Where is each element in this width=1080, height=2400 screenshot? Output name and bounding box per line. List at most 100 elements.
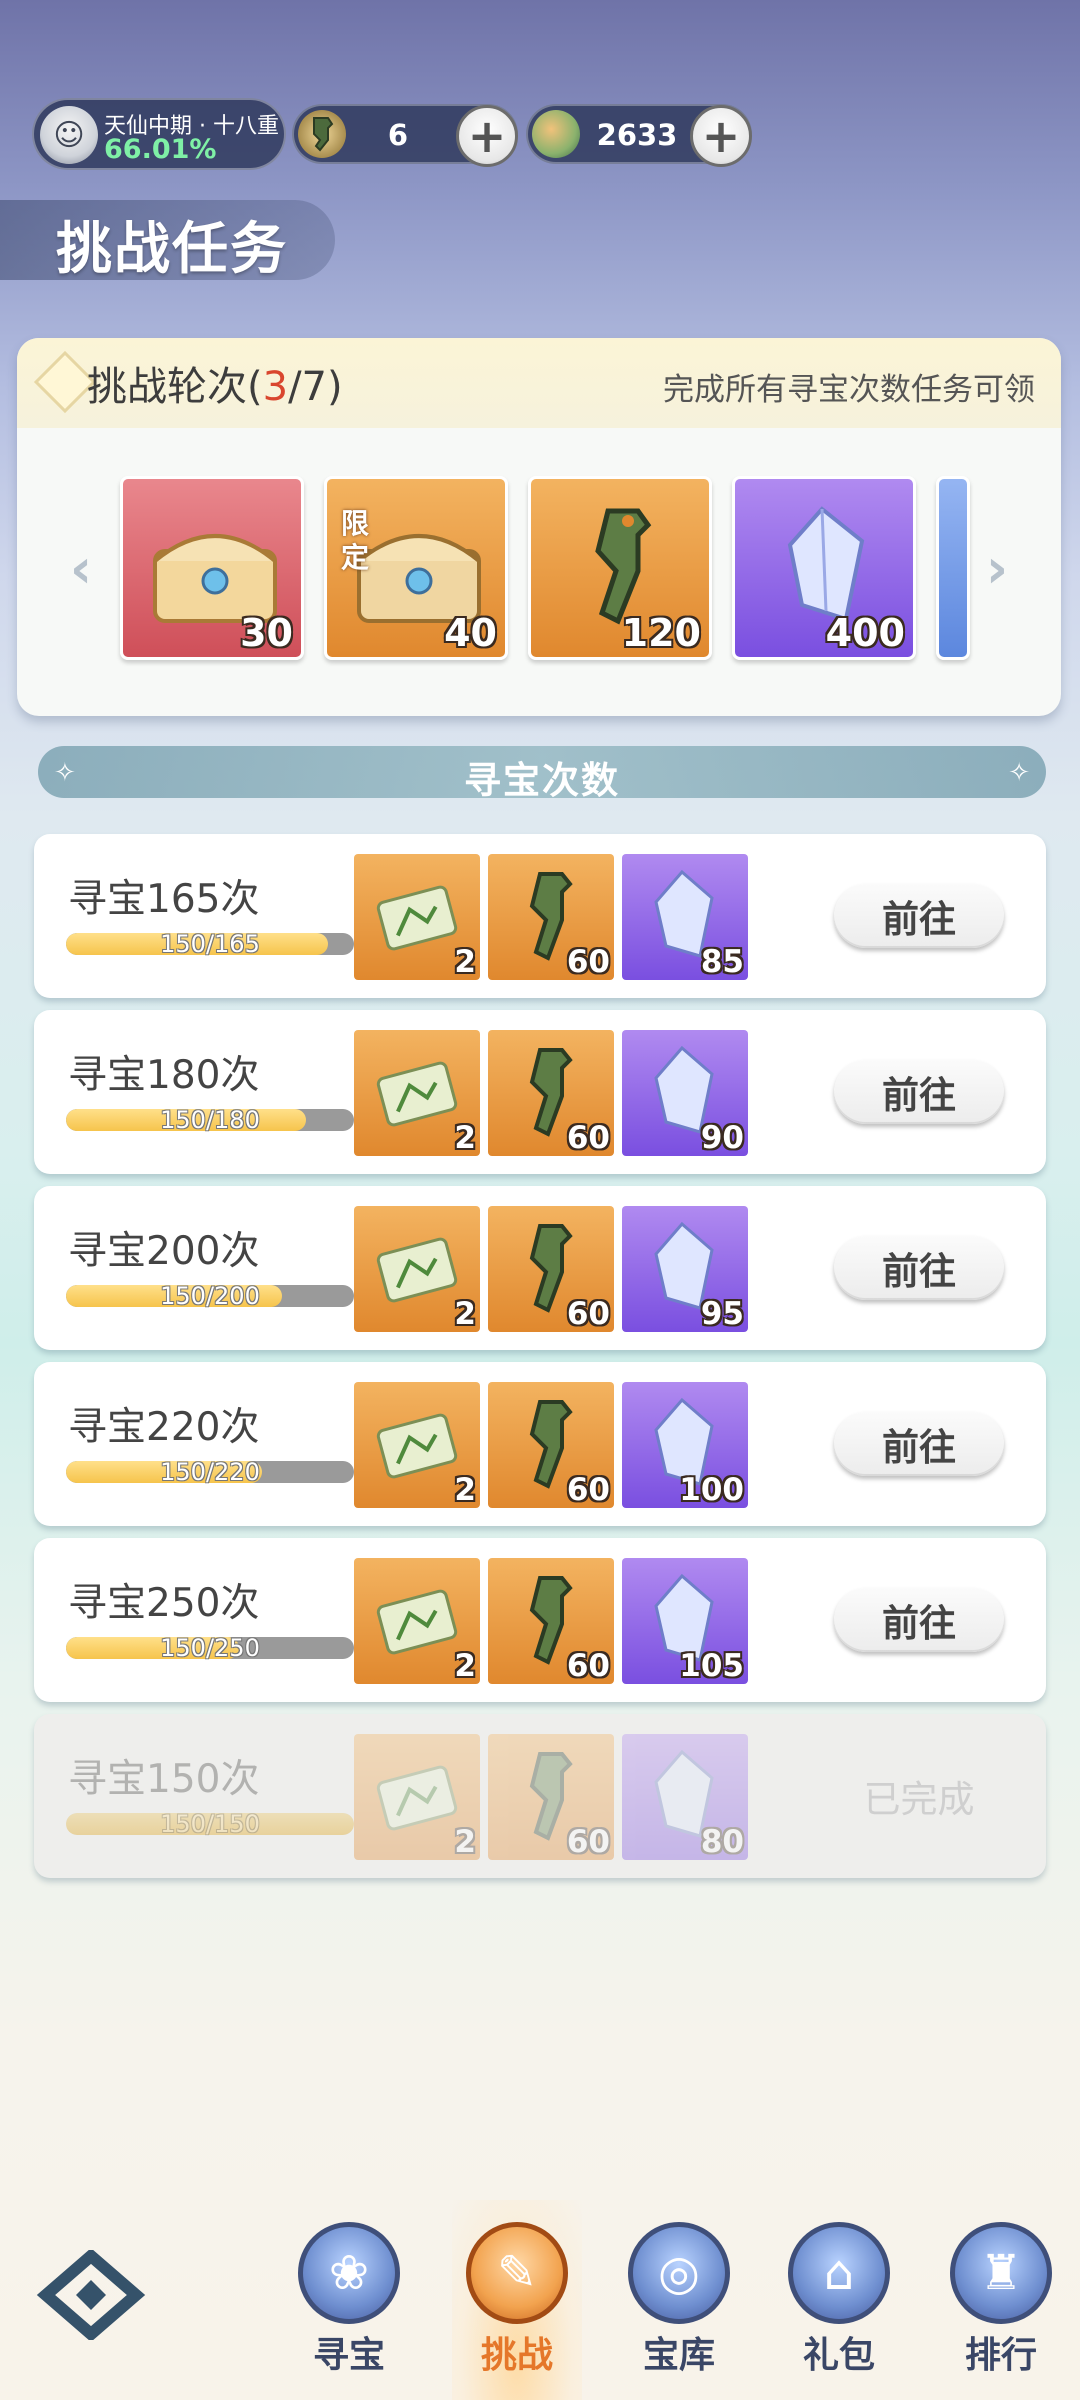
round-reward[interactable]: 120 (528, 476, 712, 660)
task-row: 寻宝200次 150/200 2 60 95 前往 (34, 1186, 1046, 1350)
task-reward[interactable]: 60 (488, 1734, 614, 1860)
task-row: 寻宝165次 150/165 2 60 85 前往 (34, 834, 1046, 998)
round-separator: / (288, 364, 302, 410)
reward-count: 120 (621, 611, 701, 655)
token-resource: 6 + (292, 104, 518, 167)
reward-count: 100 (679, 1472, 744, 1508)
task-reward[interactable]: 80 (622, 1734, 748, 1860)
task-reward[interactable]: 60 (488, 1030, 614, 1156)
task-reward[interactable]: 2 (354, 1206, 480, 1332)
task-row: 寻宝180次 150/180 2 60 90 前往 (34, 1010, 1046, 1174)
task-reward[interactable]: 95 (622, 1206, 748, 1332)
reward-count: 400 (825, 611, 905, 655)
task-reward[interactable]: 85 (622, 854, 748, 980)
round-reward[interactable]: 30 (120, 476, 304, 660)
avatar-icon: ☺ (40, 106, 98, 164)
task-reward[interactable]: 2 (354, 1030, 480, 1156)
progress-text: 150/150 (160, 1810, 260, 1838)
reward-count: 60 (566, 1824, 610, 1860)
nav-item-3[interactable]: ⌂ 礼包 (774, 2222, 904, 2382)
task-reward[interactable]: 90 (622, 1030, 748, 1156)
add-coin-button[interactable]: + (690, 105, 752, 167)
gift-pack-icon: ⌂ (788, 2222, 890, 2324)
task-reward[interactable]: 2 (354, 1734, 480, 1860)
round-label: 挑战轮次( (87, 364, 263, 410)
progress-text: 150/250 (160, 1634, 260, 1662)
map-scroll-icon (368, 868, 466, 966)
reward-count: 2 (454, 1824, 476, 1860)
reward-count: 2 (454, 1472, 476, 1508)
spirit-coin-icon (532, 110, 580, 158)
round-total: 7 (301, 364, 327, 410)
add-token-button[interactable]: + (456, 105, 518, 167)
task-reward[interactable]: 60 (488, 1382, 614, 1508)
go-button[interactable]: 前往 (834, 1588, 1004, 1652)
ranking-icon: ♜ (950, 2222, 1052, 2324)
task-reward[interactable]: 100 (622, 1382, 748, 1508)
coin-resource: 2633 + (526, 104, 752, 167)
realm-chip[interactable]: ☺ 天仙中期 · 十八重 66.01% (32, 98, 286, 170)
map-scroll-icon (368, 1044, 466, 1142)
scroll-icon: ✎ (466, 2222, 568, 2324)
reward-count: 85 (700, 944, 744, 980)
progress-text: 150/200 (160, 1282, 260, 1310)
reward-count: 60 (566, 1648, 610, 1684)
task-reward[interactable]: 60 (488, 854, 614, 980)
nav-label: 挑战 (480, 2335, 553, 2376)
task-reward[interactable]: 2 (354, 1558, 480, 1684)
realm-percent: 66.01% (104, 134, 217, 165)
round-reward[interactable]: 限定 40 (324, 476, 508, 660)
reward-count: 80 (700, 1824, 744, 1860)
reward-count: 105 (679, 1648, 744, 1684)
token-icon (298, 110, 346, 158)
treasure-bag-icon: ❀ (298, 2222, 400, 2324)
reward-count: 40 (444, 611, 497, 655)
map-scroll-icon (368, 1396, 466, 1494)
round-title: 挑战轮次(3/7) (87, 354, 343, 412)
limited-tag: 限定 (340, 507, 369, 574)
nav-item-0[interactable]: ❀ 寻宝 (284, 2222, 414, 2382)
go-button[interactable]: 前往 (834, 1060, 1004, 1124)
task-reward[interactable]: 105 (622, 1558, 748, 1684)
app-logo-icon[interactable] (36, 2248, 146, 2342)
task-reward[interactable]: 60 (488, 1206, 614, 1332)
nav-item-2[interactable]: ◎ 宝库 (614, 2222, 744, 2382)
nav-label: 寻宝 (312, 2335, 385, 2376)
reward-count: 30 (240, 611, 293, 655)
coin-count: 2633 (596, 118, 678, 152)
task-row: 寻宝150次 150/150 2 60 80 已完成 (34, 1714, 1046, 1878)
reward-count: 2 (454, 1648, 476, 1684)
map-scroll-icon (368, 1220, 466, 1318)
go-button[interactable]: 前往 (834, 1412, 1004, 1476)
task-name: 寻宝200次 (68, 1229, 260, 1274)
completed-label: 已完成 (863, 1778, 975, 1821)
round-reward-partial[interactable] (936, 476, 970, 660)
task-reward[interactable]: 60 (488, 1558, 614, 1684)
progress-text: 150/220 (160, 1458, 260, 1486)
task-reward[interactable]: 2 (354, 854, 480, 980)
token-count: 6 (387, 118, 409, 152)
go-button[interactable]: 前往 (834, 1236, 1004, 1300)
nav-item-4[interactable]: ♜ 排行 (936, 2222, 1066, 2382)
nav-label: 排行 (964, 2335, 1037, 2376)
round-hint: 完成所有寻宝次数任务可领 (663, 372, 1035, 408)
go-button[interactable]: 前往 (834, 884, 1004, 948)
nav-item-1[interactable]: ✎ 挑战 (452, 2222, 582, 2382)
task-reward[interactable]: 2 (354, 1382, 480, 1508)
round-reward[interactable]: 400 (732, 476, 916, 660)
task-name: 寻宝220次 (68, 1405, 260, 1450)
next-arrow-icon[interactable]: › (975, 537, 1019, 600)
task-name: 寻宝165次 (68, 877, 260, 922)
task-name: 寻宝150次 (68, 1757, 260, 1802)
vault-icon: ◎ (628, 2222, 730, 2324)
reward-count: 60 (566, 1472, 610, 1508)
reward-count: 90 (700, 1120, 744, 1156)
section-banner: ✧ 寻宝次数 ✧ (38, 746, 1046, 802)
round-current: 3 (262, 364, 289, 410)
nav-label: 礼包 (802, 2335, 875, 2376)
prev-arrow-icon[interactable]: ‹ (59, 537, 103, 600)
reward-count: 95 (700, 1296, 744, 1332)
round-close: ) (327, 364, 343, 410)
challenge-round-card: 挑战轮次(3/7) 完成所有寻宝次数任务可领 ‹ 30 限定 40 120 40… (17, 338, 1061, 716)
progress-text: 150/165 (160, 930, 260, 958)
